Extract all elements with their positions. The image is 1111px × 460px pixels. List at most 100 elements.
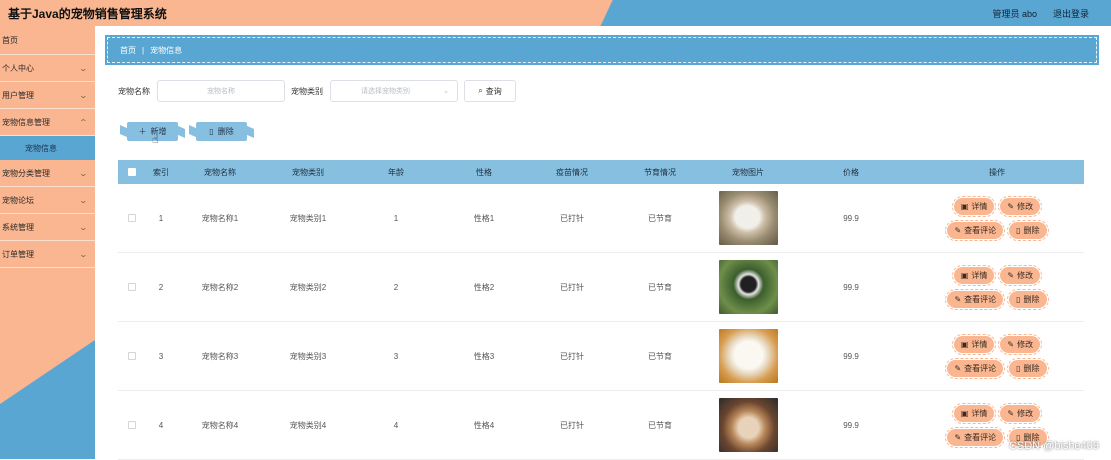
- breadcrumb-home[interactable]: 首页: [120, 45, 136, 56]
- cell-index: 2: [146, 283, 176, 292]
- sidebar-item-system[interactable]: 系统管理 ⌄: [0, 214, 95, 241]
- view-comments-button[interactable]: ✎查看评论: [947, 360, 1003, 377]
- column-header: 性格: [440, 167, 528, 178]
- app-title: 基于Java的宠物销售管理系统: [0, 5, 167, 22]
- bulldog-photo: [719, 398, 778, 452]
- sidebar-item-label: 宠物信息管理: [2, 117, 50, 128]
- chevron-down-icon: ⌄: [79, 250, 88, 259]
- sidebar-item-label: 用户管理: [2, 90, 34, 101]
- pet-name-input[interactable]: 宠物名称: [157, 80, 285, 102]
- table-row: 1 宠物名称1 宠物类别1 1 性格1 已打针 已节育 99.9 ▣详情 ✎修改…: [118, 184, 1084, 253]
- breadcrumb-current: 宠物信息: [150, 45, 182, 56]
- delete-button[interactable]: ▯删除: [1009, 360, 1046, 377]
- query-button[interactable]: ⌕ 查询: [464, 80, 516, 102]
- detail-button-label: 详情: [971, 270, 987, 281]
- cell-price: 99.9: [792, 421, 910, 430]
- sidebar-item-pet-info-management[interactable]: 宠物信息管理 ⌃: [0, 109, 95, 136]
- search-bar: 宠物名称 宠物名称 宠物类别 请选择宠物类别 ⌄ ⌕ 查询: [118, 80, 516, 102]
- sidebar-subitem-pet-info[interactable]: 宠物信息: [0, 136, 95, 160]
- table-row: 4 宠物名称4 宠物类别4 4 性格4 已打针 已节育 99.9 ▣详情 ✎修改…: [118, 391, 1084, 460]
- delete-button[interactable]: ▯删除: [1009, 291, 1046, 308]
- cell-pet-name: 宠物名称3: [176, 351, 264, 362]
- current-user-label: 管理员 abo: [992, 7, 1037, 20]
- edit-button[interactable]: ✎修改: [1000, 267, 1040, 284]
- sidebar-item-label: 订单管理: [2, 249, 34, 260]
- chevron-down-icon: ⌄: [443, 87, 449, 95]
- sidebar-item-users[interactable]: 用户管理 ⌄: [0, 82, 95, 109]
- cell-sterilization: 已节育: [616, 351, 704, 362]
- edit-icon: ✎: [954, 295, 961, 304]
- sidebar-item-forum[interactable]: 宠物论坛 ⌄: [0, 187, 95, 214]
- chevron-down-icon: ⌄: [79, 196, 88, 205]
- cell-vaccine: 已打针: [528, 351, 616, 362]
- view-comments-button[interactable]: ✎查看评论: [947, 291, 1003, 308]
- breadcrumb: 首页 | 宠物信息: [107, 37, 1097, 63]
- row-checkbox[interactable]: [128, 214, 136, 222]
- pet-name-label: 宠物名称: [118, 86, 150, 97]
- row-checkbox[interactable]: [128, 283, 136, 291]
- watermark: CSDN @bishe409: [1009, 440, 1099, 452]
- cell-age: 3: [352, 352, 440, 361]
- sidebar: 首页 个人中心 ⌄ 用户管理 ⌄ 宠物信息管理 ⌃ 宠物信息 宠物分类管理 ⌄ …: [0, 26, 95, 459]
- view-comments-button-label: 查看评论: [964, 432, 996, 443]
- chevron-up-icon: ⌃: [79, 118, 88, 127]
- row-checkbox[interactable]: [128, 421, 136, 429]
- chevron-down-icon: ⌄: [79, 169, 88, 178]
- edit-button-label: 修改: [1017, 408, 1033, 419]
- sidebar-item-pet-category[interactable]: 宠物分类管理 ⌄: [0, 160, 95, 187]
- sidebar-item-label: 系统管理: [2, 222, 34, 233]
- column-header: 疫苗情况: [528, 167, 616, 178]
- hand-cursor-icon: ☝: [152, 133, 159, 146]
- view-comments-button-label: 查看评论: [964, 294, 996, 305]
- detail-icon: ▣: [961, 271, 969, 280]
- detail-button[interactable]: ▣详情: [954, 336, 995, 353]
- detail-button[interactable]: ▣详情: [954, 198, 995, 215]
- select-all-checkbox[interactable]: [128, 168, 136, 176]
- logout-link[interactable]: 退出登录: [1053, 7, 1089, 20]
- pet-category-select[interactable]: 请选择宠物类别 ⌄: [330, 80, 458, 102]
- detail-icon: ▣: [961, 409, 969, 418]
- column-header: 宠物名称: [176, 167, 264, 178]
- delete-button-label: 删除: [1024, 225, 1040, 236]
- cell-pet-category: 宠物类别4: [264, 420, 352, 431]
- hamster-photo: [719, 191, 778, 245]
- pet-name-placeholder: 宠物名称: [207, 86, 235, 96]
- edit-button[interactable]: ✎修改: [1000, 198, 1040, 215]
- cell-pet-name: 宠物名称4: [176, 420, 264, 431]
- cell-personality: 性格3: [440, 351, 528, 362]
- breadcrumb-separator: |: [142, 46, 144, 55]
- delete-button-label: 删除: [1024, 363, 1040, 374]
- top-header: 基于Java的宠物销售管理系统 管理员 abo 退出登录: [0, 0, 1111, 26]
- edit-icon: ✎: [954, 433, 961, 442]
- sidebar-item-home[interactable]: 首页: [0, 26, 95, 55]
- edit-button[interactable]: ✎修改: [1000, 405, 1040, 422]
- view-comments-button[interactable]: ✎查看评论: [947, 429, 1003, 446]
- column-header: 索引: [146, 167, 176, 178]
- batch-delete-button[interactable]: ▯ 删除: [196, 122, 247, 141]
- pet-table: 索引 宠物名称 宠物类别 年龄 性格 疫苗情况 节育情况 宠物图片 价格 操作 …: [118, 160, 1084, 460]
- sidebar-item-label: 宠物论坛: [2, 195, 34, 206]
- detail-button[interactable]: ▣详情: [954, 267, 995, 284]
- view-comments-button[interactable]: ✎查看评论: [947, 222, 1003, 239]
- column-header: 年龄: [352, 167, 440, 178]
- edit-icon: ✎: [1007, 202, 1014, 211]
- pet-category-placeholder: 请选择宠物类别: [361, 86, 410, 96]
- row-checkbox[interactable]: [128, 352, 136, 360]
- column-header: 节育情况: [616, 167, 704, 178]
- edit-button[interactable]: ✎修改: [1000, 336, 1040, 353]
- cell-age: 2: [352, 283, 440, 292]
- edit-icon: ✎: [1007, 340, 1014, 349]
- detail-button[interactable]: ▣详情: [954, 405, 995, 422]
- edit-button-label: 修改: [1017, 201, 1033, 212]
- delete-button[interactable]: ▯删除: [1009, 222, 1046, 239]
- table-row: 2 宠物名称2 宠物类别2 2 性格2 已打针 已节育 99.9 ▣详情 ✎修改…: [118, 253, 1084, 322]
- sidebar-item-orders[interactable]: 订单管理 ⌄: [0, 241, 95, 268]
- edit-icon: ✎: [1007, 271, 1014, 280]
- cell-personality: 性格2: [440, 282, 528, 293]
- cell-price: 99.9: [792, 214, 910, 223]
- plus-icon: ＋: [139, 126, 147, 137]
- cell-pet-category: 宠物类别2: [264, 282, 352, 293]
- cell-personality: 性格1: [440, 213, 528, 224]
- sidebar-item-profile[interactable]: 个人中心 ⌄: [0, 55, 95, 82]
- table-header: 索引 宠物名称 宠物类别 年龄 性格 疫苗情况 节育情况 宠物图片 价格 操作: [118, 160, 1084, 184]
